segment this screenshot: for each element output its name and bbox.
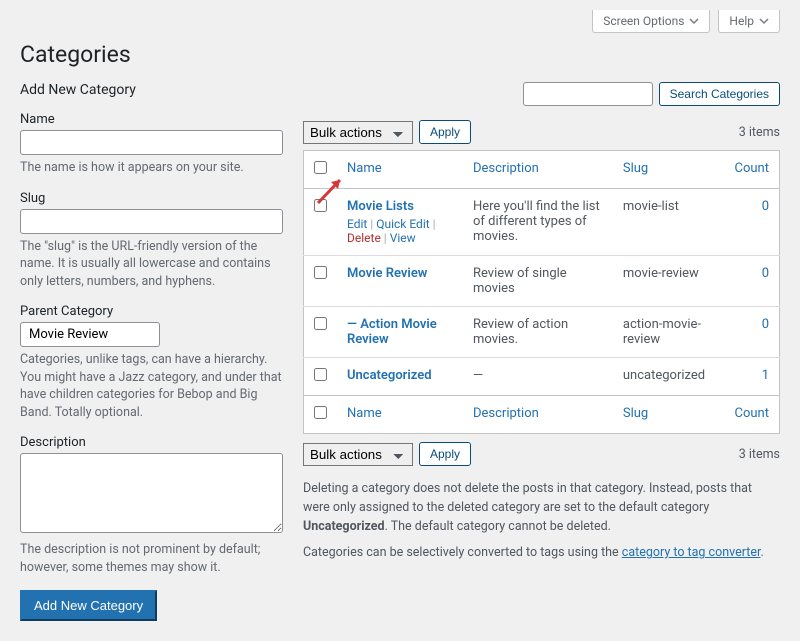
row-quickedit-link[interactable]: Quick Edit xyxy=(376,217,429,231)
row-description: Review of action movies. xyxy=(463,307,613,358)
col-description-footer[interactable]: Description xyxy=(473,406,539,421)
row-count-link[interactable]: 0 xyxy=(762,199,769,214)
table-row: Uncategorized —uncategorized 1 xyxy=(304,358,780,396)
select-all-top-checkbox[interactable] xyxy=(314,161,327,174)
bulk-apply-bottom-button[interactable]: Apply xyxy=(419,442,471,466)
row-edit-link[interactable]: Edit xyxy=(347,217,367,231)
chevron-down-icon xyxy=(689,16,699,26)
row-slug: movie-review xyxy=(613,256,725,307)
screen-options-label: Screen Options xyxy=(603,14,684,28)
row-actions: Edit | Quick Edit | Delete | View xyxy=(347,217,453,245)
row-title-link[interactable]: Uncategorized xyxy=(347,368,432,383)
table-row: Movie Review Review of single moviesmovie… xyxy=(304,256,780,307)
table-row: Action Movie Review Review of action movi… xyxy=(304,307,780,358)
row-count-link[interactable]: 0 xyxy=(762,317,769,332)
row-slug: movie-list xyxy=(613,189,725,256)
help-label: Help xyxy=(729,14,754,28)
row-view-link[interactable]: View xyxy=(390,231,416,245)
row-description: — xyxy=(463,358,613,396)
search-button[interactable]: Search Categories xyxy=(659,82,780,106)
slug-label: Slug xyxy=(20,191,283,206)
col-slug-header[interactable]: Slug xyxy=(623,161,648,176)
items-count-top: 3 items xyxy=(739,125,780,140)
description-label: Description xyxy=(20,435,283,450)
row-count-link[interactable]: 0 xyxy=(762,266,769,281)
row-checkbox[interactable] xyxy=(314,368,327,381)
row-checkbox[interactable] xyxy=(314,199,327,212)
deletion-note: Deleting a category does not delete the … xyxy=(303,480,780,536)
parent-label: Parent Category xyxy=(20,304,283,319)
select-all-bottom-checkbox[interactable] xyxy=(314,406,327,419)
row-title-link[interactable]: Movie Review xyxy=(347,266,427,281)
search-input[interactable] xyxy=(523,82,653,106)
page-title: Categories xyxy=(20,41,780,68)
row-description: Review of single movies xyxy=(463,256,613,307)
col-count-header[interactable]: Count xyxy=(735,161,769,176)
table-row: Movie Lists Edit | Quick Edit | Delete | … xyxy=(304,189,780,256)
items-count-bottom: 3 items xyxy=(739,447,780,462)
slug-hint: The "slug" is the URL-friendly version o… xyxy=(20,238,283,291)
description-textarea[interactable] xyxy=(20,453,283,533)
name-label: Name xyxy=(20,112,283,127)
add-new-category-button[interactable]: Add New Category xyxy=(20,590,157,621)
bulk-actions-bottom-select[interactable]: Bulk actions xyxy=(303,443,413,466)
row-title-link[interactable]: Action Movie Review xyxy=(347,317,437,347)
row-description: Here you'll find the list of different t… xyxy=(463,189,613,256)
col-description-header[interactable]: Description xyxy=(473,161,539,176)
col-name-footer[interactable]: Name xyxy=(347,406,382,421)
parent-select[interactable]: Movie Review xyxy=(20,322,160,347)
row-count-link[interactable]: 1 xyxy=(762,368,769,383)
col-count-footer[interactable]: Count xyxy=(735,406,769,421)
screen-options-tab[interactable]: Screen Options xyxy=(592,10,710,33)
row-checkbox[interactable] xyxy=(314,266,327,279)
bulk-apply-top-button[interactable]: Apply xyxy=(419,120,471,144)
row-checkbox[interactable] xyxy=(314,317,327,330)
bulk-actions-top-select[interactable]: Bulk actions xyxy=(303,121,413,144)
row-delete-link[interactable]: Delete xyxy=(347,231,381,245)
row-slug: action-movie-review xyxy=(613,307,725,358)
add-new-heading: Add New Category xyxy=(20,82,283,98)
categories-table: Name Description Slug Count Movie Lists E… xyxy=(303,150,780,434)
chevron-down-icon xyxy=(759,16,769,26)
name-hint: The name is how it appears on your site. xyxy=(20,159,283,177)
row-title-link[interactable]: Movie Lists xyxy=(347,199,414,214)
name-input[interactable] xyxy=(20,130,283,155)
row-slug: uncategorized xyxy=(613,358,725,396)
parent-hint: Categories, unlike tags, can have a hier… xyxy=(20,351,283,421)
help-tab[interactable]: Help xyxy=(718,10,780,33)
converter-note: Categories can be selectively converted … xyxy=(303,544,780,563)
col-slug-footer[interactable]: Slug xyxy=(623,406,648,421)
slug-input[interactable] xyxy=(20,209,283,234)
description-hint: The description is not prominent by defa… xyxy=(20,541,283,576)
col-name-header[interactable]: Name xyxy=(347,161,382,176)
category-to-tag-link[interactable]: category to tag converter xyxy=(622,545,761,560)
